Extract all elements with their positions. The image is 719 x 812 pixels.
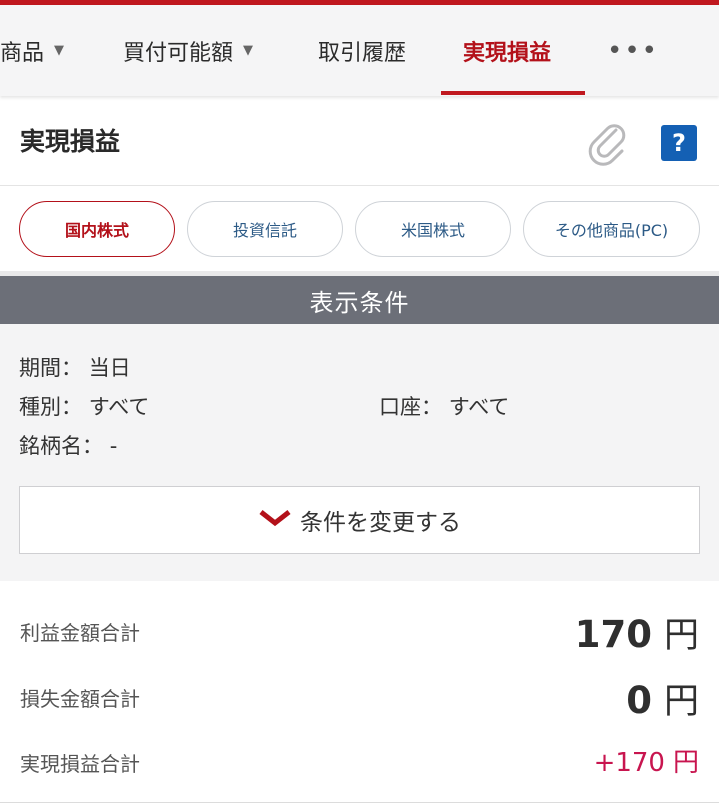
nav-item-buying-power[interactable]: 買付可能額 ▼	[123, 5, 253, 96]
nav-item-label: 買付可能額	[123, 40, 234, 66]
nav-item-trade-history[interactable]: 取引履歴	[318, 5, 406, 96]
loss-total-label: 損失金額合計	[20, 687, 140, 711]
paperclip-icon[interactable]	[586, 120, 632, 166]
active-tab-indicator	[441, 91, 585, 95]
nav-item-label: 取引履歴	[318, 40, 407, 66]
conditions-header: 表示条件	[0, 276, 719, 324]
type-value: すべて	[88, 395, 150, 419]
page-title: 実現損益	[20, 127, 121, 156]
nav-item-products[interactable]: 商品 ▼	[0, 5, 64, 96]
gain-total-amount: 170	[574, 613, 652, 656]
net-total-amount: +170	[593, 748, 665, 778]
caret-down-icon: ▼	[243, 43, 254, 58]
net-total-value: +170 円	[594, 742, 699, 779]
divider	[0, 802, 719, 803]
name-label: 銘柄名：	[19, 434, 103, 458]
account-label: 口座：	[379, 395, 442, 419]
top-nav: 商品 ▼ 買付可能額 ▼ 取引履歴 実現損益 •••	[0, 5, 719, 96]
net-total-label: 実現損益合計	[20, 752, 140, 776]
net-total-row: 実現損益合計 +170 円	[0, 726, 719, 792]
loss-total-amount: 0	[626, 679, 652, 722]
conditions-panel: 期間： 当日 種別： すべて 口座： すべて 銘柄名： - 条件を変更する	[0, 324, 719, 581]
product-tabs: 国内株式 投資信託 米国株式 その他商品(PC)	[0, 187, 719, 271]
change-conditions-button[interactable]: 条件を変更する	[19, 486, 700, 554]
period-label: 期間：	[19, 356, 82, 380]
nav-item-label: 商品	[0, 40, 45, 66]
type-label: 種別：	[19, 395, 82, 419]
gain-total-row: 利益金額合計 170 円	[0, 593, 719, 659]
change-conditions-label: 条件を変更する	[300, 510, 461, 536]
tab-domestic-stocks[interactable]: 国内株式	[19, 201, 175, 257]
nav-item-realized-pl[interactable]: 実現損益	[463, 5, 551, 96]
title-row: 実現損益 ?	[0, 96, 719, 186]
name-value: -	[109, 434, 118, 458]
name-row: 銘柄名： -	[19, 430, 117, 460]
totals-panel: 利益金額合計 170 円 損失金額合計 0 円 実現損益合計 +170 円	[0, 581, 719, 812]
nav-item-label: 実現損益	[463, 40, 552, 66]
currency-unit: 円	[663, 682, 699, 722]
more-icon[interactable]: •••	[607, 5, 658, 96]
loss-total-value: 0 円	[626, 673, 699, 724]
period-row: 期間： 当日	[19, 352, 131, 382]
help-icon[interactable]: ?	[661, 125, 697, 161]
gain-total-label: 利益金額合計	[20, 621, 140, 645]
loss-total-row: 損失金額合計 0 円	[0, 661, 719, 727]
tab-other-products[interactable]: その他商品(PC)	[523, 201, 700, 257]
tab-investment-trusts[interactable]: 投資信託	[187, 201, 343, 257]
tab-us-stocks[interactable]: 米国株式	[355, 201, 511, 257]
caret-down-icon: ▼	[54, 43, 65, 58]
currency-unit: 円	[663, 616, 699, 656]
currency-unit: 円	[672, 748, 699, 778]
chevron-down-icon	[258, 507, 292, 533]
period-value: 当日	[88, 356, 131, 380]
type-row: 種別： すべて	[19, 391, 149, 421]
account-value: すべて	[448, 395, 510, 419]
gain-total-value: 170 円	[575, 607, 699, 658]
account-row: 口座： すべて	[379, 391, 509, 421]
